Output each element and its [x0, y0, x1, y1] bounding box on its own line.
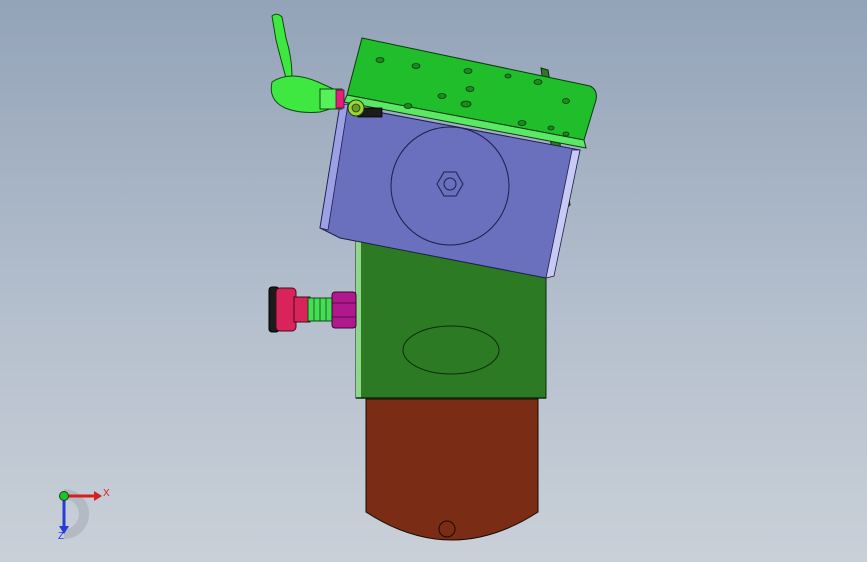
plunger-hex-nut — [331, 291, 357, 329]
y-axis-dot — [59, 491, 69, 501]
bracket-oval-slot — [402, 325, 500, 375]
axis-triad: X Z — [44, 482, 114, 546]
cad-model-view[interactable] — [0, 0, 867, 562]
base-plate[interactable] — [365, 398, 539, 541]
plunger-knob — [275, 287, 297, 332]
x-axis-label: X — [103, 488, 110, 499]
z-axis-label: Z — [58, 531, 65, 542]
toggle-clamp[interactable] — [270, 13, 345, 113]
tilted-assembly[interactable] — [319, 37, 597, 279]
graphics-viewport[interactable]: X Z — [0, 0, 867, 562]
indexing-plunger[interactable] — [268, 286, 357, 333]
base-plate-hole — [438, 520, 456, 538]
